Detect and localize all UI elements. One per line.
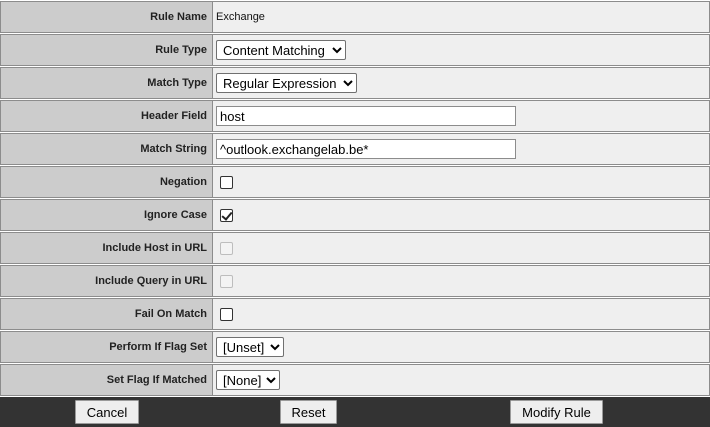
match-string-input[interactable] [216, 139, 516, 159]
row-negation: Negation [0, 166, 710, 198]
include-host-cell [213, 232, 710, 264]
rule-name-cell: Exchange [213, 1, 710, 33]
header-field-label: Header Field [0, 100, 213, 132]
ignore-case-checkbox[interactable] [220, 208, 233, 222]
include-host-checkbox [220, 241, 233, 255]
negation-cell [213, 166, 710, 198]
row-include-query: Include Query in URL [0, 265, 710, 297]
row-match-type: Match Type Regular Expression [0, 67, 710, 99]
include-query-cell [213, 265, 710, 297]
negation-checkbox[interactable] [220, 175, 233, 189]
rule-name-value: Exchange [216, 11, 265, 23]
include-query-label: Include Query in URL [0, 265, 213, 297]
row-header-field: Header Field [0, 100, 710, 132]
row-set-flag: Set Flag If Matched [None] [0, 364, 710, 396]
rule-type-cell: Content Matching [213, 34, 710, 66]
reset-button[interactable]: Reset [280, 400, 337, 424]
set-flag-cell: [None] [213, 364, 710, 396]
row-rule-type: Rule Type Content Matching [0, 34, 710, 66]
fail-on-match-label: Fail On Match [0, 298, 213, 330]
match-string-label: Match String [0, 133, 213, 165]
fail-on-match-checkbox[interactable] [220, 307, 233, 321]
match-string-cell [213, 133, 710, 165]
row-rule-name: Rule Name Exchange [0, 1, 710, 33]
button-bar: Cancel Reset Modify Rule [0, 397, 710, 427]
rule-type-label: Rule Type [0, 34, 213, 66]
row-include-host: Include Host in URL [0, 232, 710, 264]
include-query-checkbox [220, 274, 233, 288]
header-field-cell [213, 100, 710, 132]
fail-on-match-cell [213, 298, 710, 330]
row-perform-if-flag: Perform If Flag Set [Unset] [0, 331, 710, 363]
header-field-input[interactable] [216, 106, 516, 126]
row-match-string: Match String [0, 133, 710, 165]
ignore-case-label: Ignore Case [0, 199, 213, 231]
row-ignore-case: Ignore Case [0, 199, 710, 231]
negation-label: Negation [0, 166, 213, 198]
match-type-select[interactable]: Regular Expression [216, 73, 357, 93]
perform-if-flag-cell: [Unset] [213, 331, 710, 363]
perform-if-flag-label: Perform If Flag Set [0, 331, 213, 363]
modify-rule-button[interactable]: Modify Rule [510, 400, 603, 424]
set-flag-select[interactable]: [None] [216, 370, 280, 390]
rule-name-label: Rule Name [0, 1, 213, 33]
match-type-label: Match Type [0, 67, 213, 99]
match-type-cell: Regular Expression [213, 67, 710, 99]
perform-if-flag-select[interactable]: [Unset] [216, 337, 284, 357]
row-fail-on-match: Fail On Match [0, 298, 710, 330]
cancel-button[interactable]: Cancel [75, 400, 139, 424]
set-flag-label: Set Flag If Matched [0, 364, 213, 396]
include-host-label: Include Host in URL [0, 232, 213, 264]
rule-type-select[interactable]: Content Matching [216, 40, 346, 60]
rule-edit-form: Rule Name Exchange Rule Type Content Mat… [0, 0, 710, 427]
ignore-case-cell [213, 199, 710, 231]
